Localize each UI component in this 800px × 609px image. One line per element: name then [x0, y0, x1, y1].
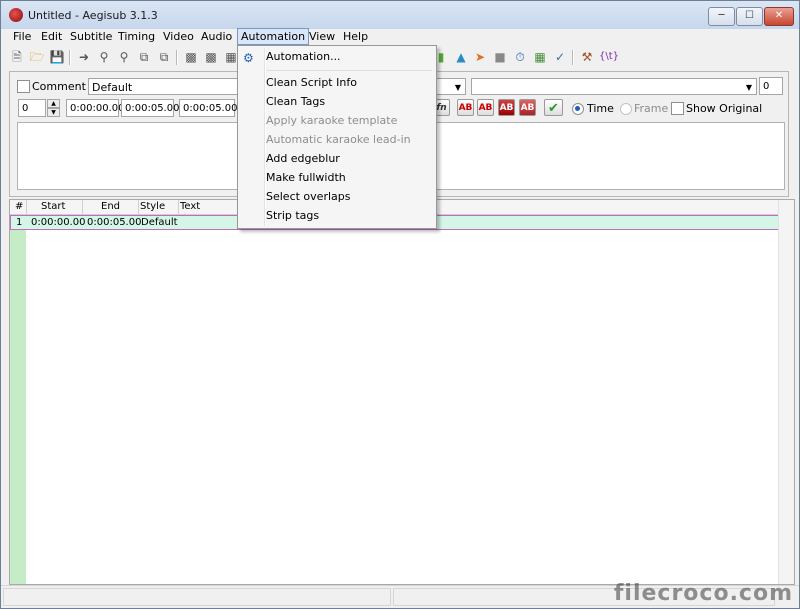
close-button[interactable]: ✕ — [764, 7, 794, 26]
toolbar-separator — [572, 50, 574, 65]
frame-label: Frame — [634, 102, 669, 115]
duration-field[interactable]: 0:00:05.00 — [179, 99, 237, 117]
app-window: Untitled - Aegisub 3.1.3 ─ ☐ ✕ File Edit… — [0, 0, 800, 609]
menu-audio[interactable]: Audio — [198, 29, 235, 44]
primary-color-button[interactable]: AB — [457, 99, 474, 116]
menu-item-automation[interactable]: Automation... — [266, 50, 341, 63]
menu-item-make-fullwidth[interactable]: Make fullwidth — [266, 171, 346, 184]
menu-edit[interactable]: Edit — [38, 29, 65, 44]
menu-item-apply-karaoke-template: Apply karaoke template — [266, 114, 398, 127]
col-divider — [138, 200, 139, 214]
show-original-label: Show Original — [686, 102, 763, 115]
time-radio-dot — [575, 106, 580, 111]
menu-separator — [266, 70, 432, 71]
automation-menu: ⚙ Automation... Clean Script Info Clean … — [237, 45, 437, 229]
paste-icon[interactable]: ⧉ — [156, 49, 172, 65]
copy-icon[interactable]: ⧉ — [136, 49, 152, 65]
col-style: Style — [140, 201, 166, 212]
attachments-icon[interactable]: ▩ — [203, 49, 219, 65]
spell-check-icon[interactable]: ✓ — [552, 49, 568, 65]
menu-subtitle[interactable]: Subtitle — [67, 29, 115, 44]
menu-automation[interactable]: Automation — [237, 28, 310, 45]
col-text: Text — [180, 201, 201, 212]
menu-item-strip-tags[interactable]: Strip tags — [266, 209, 319, 222]
options-icon[interactable]: ⚒ — [579, 49, 595, 65]
secondary-color-button[interactable]: AB — [477, 99, 494, 116]
menu-view[interactable]: View — [306, 29, 338, 44]
style-value: Default — [92, 81, 133, 94]
toolbar-separator — [176, 50, 178, 65]
chevron-down-icon: ▼ — [745, 83, 752, 92]
styles-manager-icon[interactable]: ▩ — [183, 49, 199, 65]
effect-combobox[interactable]: ▼ — [471, 78, 757, 95]
tag-hiding-icon[interactable]: {\t} — [599, 49, 619, 65]
row-start: 0:00:00.00 — [31, 217, 86, 228]
margin-field[interactable]: 0 — [759, 77, 783, 95]
shadow-color-button[interactable]: AB — [519, 99, 536, 116]
layer-spin-up[interactable]: ▲ — [47, 99, 60, 108]
col-divider — [178, 200, 179, 214]
style-combobox[interactable]: Default — [88, 78, 238, 95]
menu-item-clean-tags[interactable]: Clean Tags — [266, 95, 325, 108]
toolbar-separator — [69, 50, 71, 65]
aegisub-logo-icon — [9, 8, 23, 22]
start-time-field[interactable]: 0:00:00.00 — [66, 99, 124, 117]
comment-checkbox[interactable] — [17, 80, 30, 93]
shift-times-icon[interactable]: ➤ — [472, 49, 488, 65]
layer-spin-down[interactable]: ▼ — [47, 108, 60, 117]
commit-checkmark-icon[interactable]: ✔ — [544, 99, 563, 116]
outline-color-button[interactable]: AB — [498, 99, 515, 116]
menu-bar: File Edit Subtitle Timing Video Audio Au… — [1, 28, 799, 46]
grid-scrollbar[interactable] — [778, 200, 794, 584]
title-bar: Untitled - Aegisub 3.1.3 ─ ☐ ✕ — [1, 1, 799, 29]
actor-combobox[interactable]: ▼ — [436, 78, 466, 95]
end-time-field[interactable]: 0:00:05.00 — [121, 99, 179, 117]
layer-field[interactable]: 0 — [18, 99, 46, 117]
save-icon[interactable]: 💾 — [49, 49, 65, 65]
row-number: 1 — [16, 217, 23, 228]
jump-to-icon[interactable]: ➜ — [76, 49, 92, 65]
col-divider — [26, 200, 27, 214]
watermark-logo: filecroco.com — [613, 581, 793, 606]
frame-radio[interactable] — [620, 103, 632, 115]
status-segment — [3, 588, 391, 606]
menu-help[interactable]: Help — [340, 29, 371, 44]
col-start: Start — [41, 201, 66, 212]
automation-icon: ⚙ — [243, 51, 254, 65]
menu-item-select-overlaps[interactable]: Select overlaps — [266, 190, 350, 203]
menu-file[interactable]: File — [10, 29, 34, 44]
stop-icon[interactable]: ■ — [492, 49, 508, 65]
replace-icon[interactable]: ⚲ — [116, 49, 132, 65]
find-icon[interactable]: ⚲ — [96, 49, 112, 65]
minimize-button[interactable]: ─ — [708, 7, 735, 26]
menu-item-add-edgeblur[interactable]: Add edgeblur — [266, 152, 340, 165]
menu-video[interactable]: Video — [160, 29, 197, 44]
col-end: End — [101, 201, 121, 212]
time-label: Time — [587, 102, 614, 115]
row-gutter — [10, 215, 26, 584]
chevron-down-icon: ▼ — [454, 83, 461, 92]
comment-label: Comment — [32, 80, 86, 93]
open-folder-icon[interactable]: 🗁 — [29, 49, 45, 65]
show-original-checkbox[interactable] — [671, 102, 684, 115]
new-file-icon[interactable]: 🗎 — [9, 49, 25, 65]
window-title: Untitled - Aegisub 3.1.3 — [28, 9, 158, 22]
translation-icon[interactable]: ▦ — [532, 49, 548, 65]
row-style: Default — [141, 217, 178, 228]
maximize-button[interactable]: ☐ — [736, 7, 763, 26]
col-divider — [82, 200, 83, 214]
menu-item-clean-script-info[interactable]: Clean Script Info — [266, 76, 357, 89]
col-number: # — [15, 201, 24, 212]
timer-icon[interactable]: ⏱ — [512, 49, 528, 65]
row-end: 0:00:05.00 — [87, 217, 142, 228]
subtitles-grid: # Start End Style Text 1 0:00:00.00 0:00… — [9, 199, 795, 585]
menu-timing[interactable]: Timing — [115, 29, 158, 44]
menu-item-karaoke-lead-in: Automatic karaoke lead-in — [266, 133, 411, 146]
resample-icon[interactable]: ▲ — [453, 49, 469, 65]
